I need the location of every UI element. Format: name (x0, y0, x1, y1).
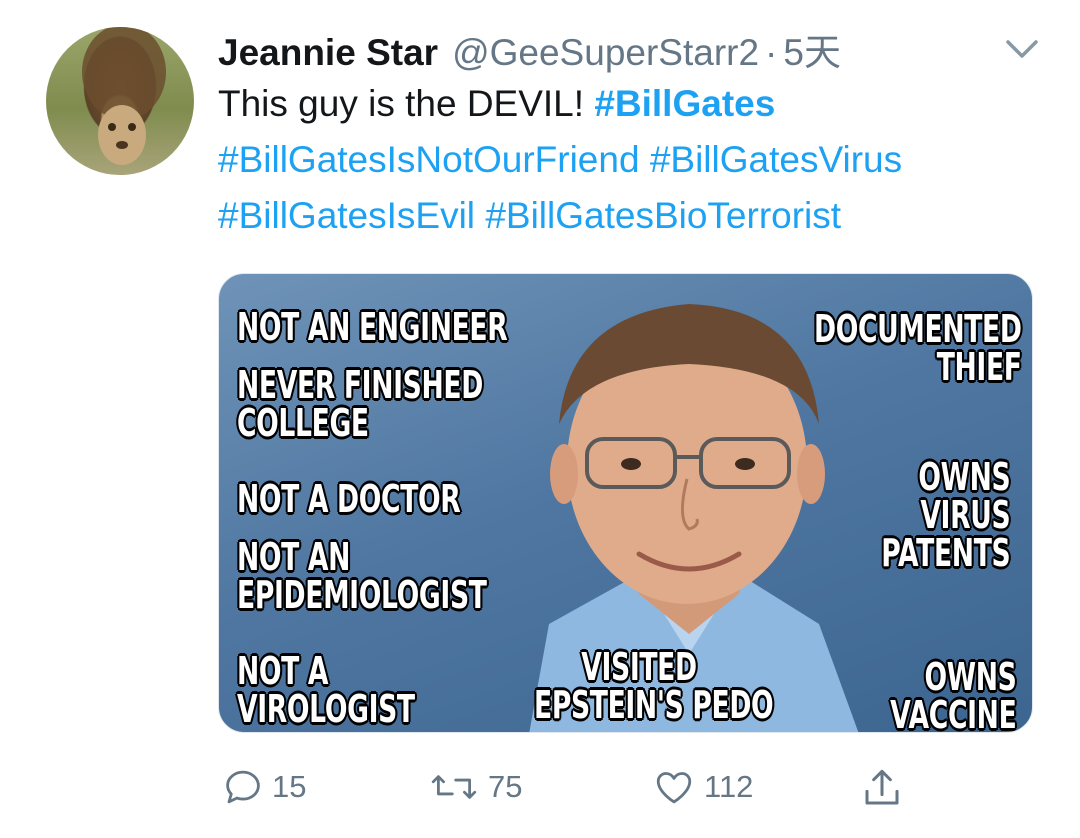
caption-owns-vaccine: OWNS VACCINE (889, 655, 1017, 733)
retweet-button[interactable]: 75 (428, 766, 522, 808)
retweet-count: 75 (488, 769, 523, 804)
caption-not-virologist: NOT A VIROLOGIST (237, 649, 415, 731)
hashtag-link[interactable]: #BillGatesIsEvil (218, 195, 475, 236)
caption-never-finished-college: NEVER FINISHED COLLEGE (237, 363, 483, 445)
caption-not-doctor: NOT A DOCTOR (237, 477, 461, 521)
caption-not-engineer: NOT AN ENGINEER (237, 305, 508, 349)
avatar-image (82, 27, 166, 165)
hashtag-link[interactable]: #BillGatesVirus (650, 139, 902, 180)
caption-owns-virus-patents: OWNS VIRUS PATENTS (880, 455, 1010, 575)
heart-icon (656, 772, 692, 804)
chevron-down-icon[interactable] (1002, 36, 1042, 62)
separator-dot: · (765, 32, 778, 73)
reply-count: 15 (272, 769, 307, 804)
timestamp[interactable]: 5天 (783, 22, 841, 76)
like-count: 112 (704, 769, 754, 804)
like-button[interactable]: 112 (652, 766, 753, 808)
media-image[interactable]: NOT AN ENGINEER NEVER FINISHED COLLEGE N… (218, 273, 1033, 733)
hashtag-link[interactable]: #BillGatesBioTerrorist (485, 195, 841, 236)
tweet-text: This guy is the DEVIL! #BillGates #BillG… (218, 76, 1058, 244)
tweet-text-plain: This guy is the DEVIL! (218, 83, 595, 124)
caption-visited-epstein: VISITED EPSTEIN'S PEDO (534, 645, 774, 727)
hashtag-link[interactable]: #BillGates (594, 83, 775, 124)
hashtag-link[interactable]: #BillGatesIsNotOurFriend (218, 139, 640, 180)
caption-documented-thief: DOCUMENTED THIEF (814, 307, 1022, 389)
reply-button[interactable]: 15 (222, 766, 306, 808)
caption-not-epidemiologist: NOT AN EPIDEMIOLOGIST (237, 535, 487, 617)
user-handle[interactable]: @GeeSuperStarr2 (452, 32, 759, 74)
reply-icon (226, 770, 260, 804)
tweet-actions: 15 75 112 (0, 766, 1080, 816)
display-name[interactable]: Jeannie Star (218, 32, 438, 74)
tweet-header: Jeannie Star @GeeSuperStarr2 · 5天 (218, 22, 841, 74)
retweet-icon (431, 775, 477, 799)
avatar[interactable] (46, 27, 194, 175)
share-button[interactable] (862, 766, 910, 810)
share-icon (865, 769, 899, 805)
